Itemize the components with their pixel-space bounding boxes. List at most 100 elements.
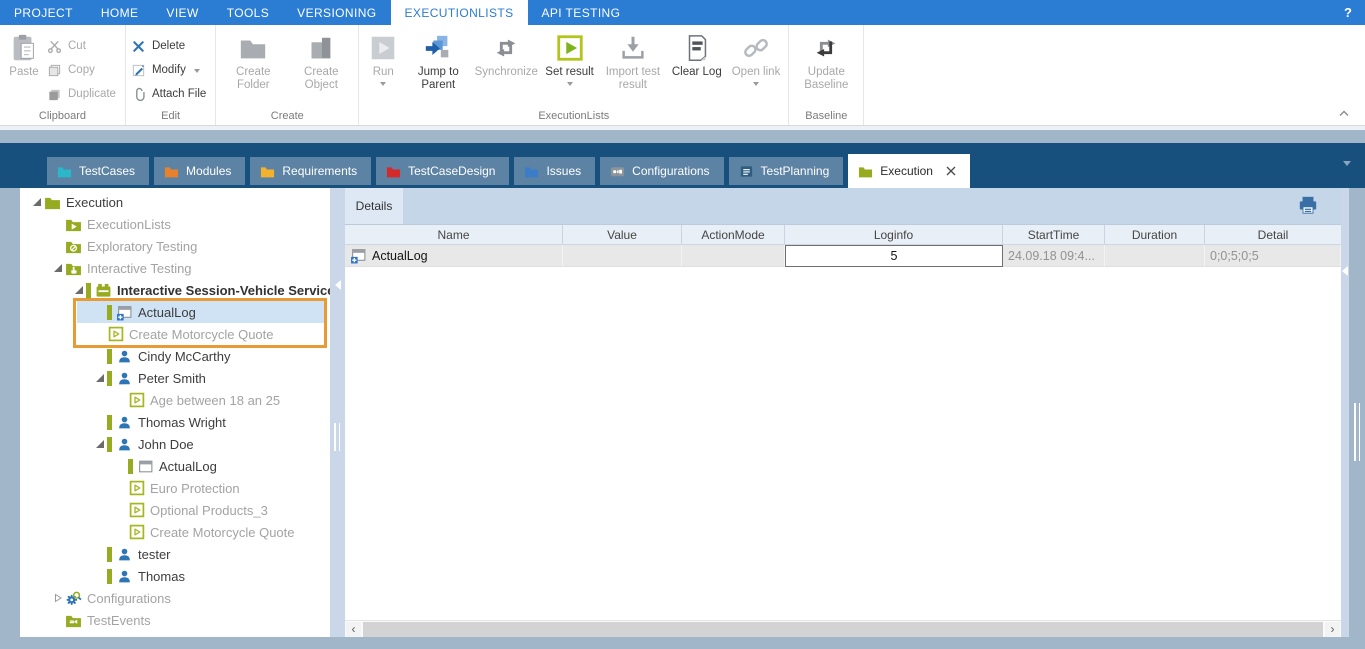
splitter-grip[interactable]	[334, 423, 340, 451]
tab-details[interactable]: Details	[345, 188, 403, 224]
expander-expanded-icon[interactable]	[30, 195, 44, 209]
column-header-detail[interactable]: Detail	[1205, 225, 1341, 244]
tree-item-tester[interactable]: tester	[20, 543, 330, 565]
create-object-button[interactable]: Create Object	[287, 26, 355, 92]
tab-testplanning[interactable]: TestPlanning	[729, 157, 844, 185]
tree-item-euro-protection[interactable]: Euro Protection	[20, 477, 330, 499]
tree-item-testevents[interactable]: TestEvents	[20, 609, 330, 631]
tab-testcases[interactable]: TestCases	[47, 157, 149, 185]
status-bar-marker	[107, 305, 112, 320]
collapse-right-panel-icon[interactable]	[1342, 266, 1348, 276]
cell-loginfo[interactable]	[785, 245, 1003, 267]
ribbon-tab-executionlists[interactable]: EXECUTIONLISTS	[391, 0, 528, 25]
tree-item-exploratory-testing[interactable]: Exploratory Testing	[20, 235, 330, 257]
cell-name[interactable]: ActualLog	[345, 245, 563, 267]
tree-item-optional-products-3[interactable]: Optional Products_3	[20, 499, 330, 521]
status-bar-marker	[107, 547, 112, 562]
clear-log-button[interactable]: Clear Log	[667, 26, 727, 79]
cell-value[interactable]	[563, 245, 682, 267]
tab-issues[interactable]: Issues	[514, 157, 595, 185]
set-result-button[interactable]: Set result	[540, 26, 599, 86]
open-link-button[interactable]: Open link	[727, 26, 786, 86]
horizontal-scrollbar[interactable]: ‹ ›	[345, 620, 1341, 637]
expander-collapsed-icon[interactable]	[51, 591, 65, 605]
tree-item-configurations[interactable]: Configurations	[20, 587, 330, 609]
ribbon-tab-project[interactable]: PROJECT	[0, 0, 87, 25]
cut-button[interactable]: Cut	[45, 34, 122, 58]
tree-item-thomas-wright[interactable]: Thomas Wright	[20, 411, 330, 433]
column-header-value[interactable]: Value	[563, 225, 682, 244]
cell-duration[interactable]	[1105, 245, 1205, 267]
tree-splitter[interactable]	[330, 188, 345, 637]
scrollbar-thumb[interactable]	[363, 622, 1323, 637]
column-header-duration[interactable]: Duration	[1105, 225, 1205, 244]
tab-label: Modules	[186, 164, 231, 178]
collapse-left-panel-icon[interactable]	[335, 280, 341, 290]
expander-expanded-icon[interactable]	[93, 371, 107, 385]
tab-overflow-caret-icon[interactable]	[1343, 161, 1351, 166]
tab-testcasedesign[interactable]: TestCaseDesign	[376, 157, 509, 185]
tree-item-interactive-testing[interactable]: Interactive Testing	[20, 257, 330, 279]
loginfo-input[interactable]	[786, 246, 1002, 266]
right-splitter[interactable]	[1341, 188, 1349, 637]
expander-placeholder	[93, 349, 107, 363]
tree-item-john-doe[interactable]: John Doe	[20, 433, 330, 455]
column-header-actionmode[interactable]: ActionMode	[682, 225, 785, 244]
tree-item-thomas[interactable]: Thomas	[20, 565, 330, 587]
import-test-result-button[interactable]: Import test result	[599, 26, 667, 92]
bottom-frame	[0, 637, 1365, 649]
tab-modules[interactable]: Modules	[154, 157, 245, 185]
tab-execution[interactable]: Execution	[848, 154, 970, 188]
help-icon[interactable]: ?	[1331, 0, 1365, 25]
tree-item-create-motorcycle-quote[interactable]: Create Motorcycle Quote	[20, 323, 330, 345]
tree-item-peter-smith[interactable]: Peter Smith	[20, 367, 330, 389]
expander-expanded-icon[interactable]	[51, 261, 65, 275]
print-icon[interactable]	[1297, 195, 1319, 215]
expander-placeholder	[51, 239, 65, 253]
cell-start-time[interactable]: 24.09.18 09:4...	[1003, 245, 1105, 267]
tree-item-cindy-mccarthy[interactable]: Cindy McCarthy	[20, 345, 330, 367]
copy-button[interactable]: Copy	[45, 58, 122, 82]
tree-item-executionlists[interactable]: ExecutionLists	[20, 213, 330, 235]
cell-detail[interactable]: 0;0;5;0;5	[1205, 245, 1341, 267]
dropdown-caret-icon[interactable]	[194, 69, 200, 73]
column-header-starttime[interactable]: StartTime	[1003, 225, 1105, 244]
jump-to-parent-button[interactable]: Jump to Parent	[404, 26, 472, 92]
tree-item-interactive-session-vehicle-services[interactable]: Interactive Session-Vehicle Services	[20, 279, 330, 301]
scroll-left-icon[interactable]: ‹	[346, 622, 361, 637]
dropdown-caret-icon[interactable]	[567, 82, 573, 86]
synchronize-button[interactable]: Synchronize	[472, 26, 540, 79]
create-folder-button[interactable]: Create Folder	[219, 26, 287, 92]
duplicate-button[interactable]: Duplicate	[45, 82, 122, 106]
attach-file-button[interactable]: Attach File	[129, 82, 212, 106]
tab-requirements[interactable]: Requirements	[250, 157, 371, 185]
run-button[interactable]: Run	[362, 26, 404, 86]
tree-item-age-between-18-an-25[interactable]: Age between 18 an 25	[20, 389, 330, 411]
ribbon-tab-home[interactable]: HOME	[87, 0, 153, 25]
tab-configurations[interactable]: Configurations	[600, 157, 723, 185]
expander-expanded-icon[interactable]	[72, 283, 86, 297]
close-tab-icon[interactable]	[946, 166, 956, 176]
cell-action-mode[interactable]	[682, 245, 785, 267]
ribbon-tab-tools[interactable]: TOOLS	[213, 0, 283, 25]
update-baseline-button[interactable]: Update Baseline	[792, 26, 860, 92]
tree-item-execution[interactable]: Execution	[20, 191, 330, 213]
ribbon-tab-view[interactable]: VIEW	[152, 0, 212, 25]
expander-expanded-icon[interactable]	[93, 437, 107, 451]
tree-item-actuallog[interactable]: ActualLog	[20, 455, 330, 477]
scroll-right-icon[interactable]: ›	[1325, 622, 1340, 637]
modify-button[interactable]: Modify	[129, 58, 212, 82]
tree-item-create-motorcycle-quote[interactable]: Create Motorcycle Quote	[20, 521, 330, 543]
delete-button[interactable]: Delete	[129, 34, 212, 58]
import-result-icon	[618, 33, 648, 63]
column-header-name[interactable]: Name	[345, 225, 563, 244]
ribbon-tab-api-testing[interactable]: API TESTING	[528, 0, 635, 25]
tree-item-actuallog[interactable]: ActualLog	[20, 301, 330, 323]
dropdown-caret-icon[interactable]	[380, 82, 386, 86]
collapse-ribbon-icon[interactable]	[1339, 110, 1349, 117]
window-resize-grip[interactable]	[1354, 403, 1360, 461]
dropdown-caret-icon[interactable]	[753, 82, 759, 86]
ribbon-tab-versioning[interactable]: VERSIONING	[283, 0, 390, 25]
column-header-loginfo[interactable]: Loginfo	[785, 225, 1003, 244]
paste-button[interactable]: Paste	[3, 26, 45, 106]
